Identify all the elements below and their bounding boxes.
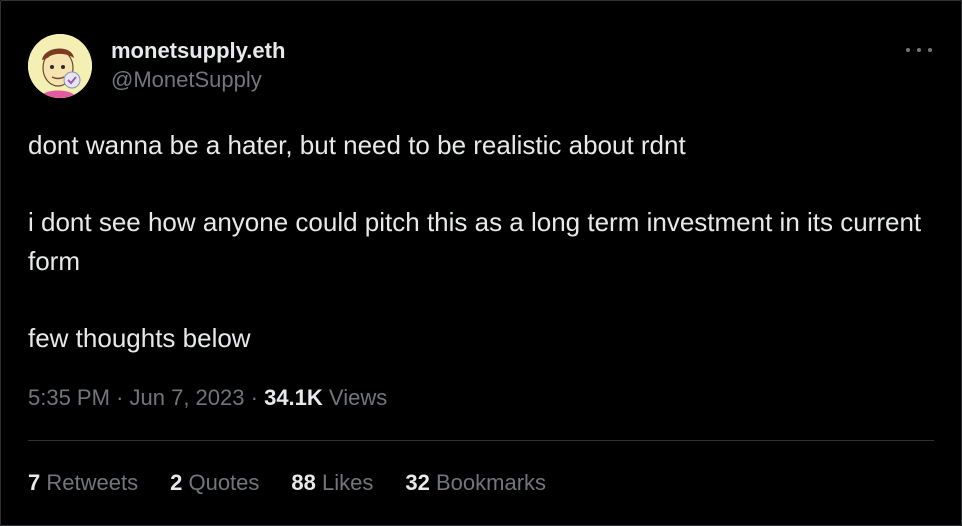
bookmarks-stat[interactable]: 32 Bookmarks [405,468,546,498]
tweet-date[interactable]: Jun 7, 2023 [130,385,245,410]
quotes-stat[interactable]: 2 Quotes [170,468,259,498]
avatar[interactable] [28,34,92,98]
tweet-meta: 5:35 PM · Jun 7, 2023 · 34.1K Views [28,383,387,413]
engagement-stats: 7 Retweets 2 Quotes 88 Likes 32 Bookmark… [28,468,578,498]
views-label: Views [328,385,388,410]
author-names: monetsupply.eth @MonetSupply [111,37,285,95]
separator: · [250,385,258,410]
dot [928,48,932,52]
likes-stat[interactable]: 88 Likes [291,468,373,498]
stat-label: Likes [322,470,374,495]
stat-count: 32 [405,470,430,495]
stat-label: Bookmarks [435,470,547,495]
stat-count: 7 [28,470,41,495]
stat-label: Quotes [188,470,260,495]
author-display-name[interactable]: monetsupply.eth [111,37,285,65]
tweet-line: few thoughts below [28,322,251,353]
stat-label: Retweets [46,470,139,495]
author-handle[interactable]: @MonetSupply [111,65,285,95]
stat-count: 2 [170,470,183,495]
dot [906,48,910,52]
retweets-stat[interactable]: 7 Retweets [28,468,138,498]
separator: · [116,385,124,410]
tweet-time[interactable]: 5:35 PM [28,385,110,410]
dot [917,48,921,52]
stat-count: 88 [291,470,316,495]
tweet-text: dont wanna be a hater, but need to be re… [28,126,928,357]
more-horizontal-icon[interactable] [906,40,932,60]
divider [28,440,934,441]
tweet-line: dont wanna be a hater, but need to be re… [28,130,686,160]
avatar-illustration [28,34,92,98]
views-count: 34.1K [264,385,323,410]
tweet-header: monetsupply.eth @MonetSupply [28,34,285,98]
tweet-line: i dont see how anyone could pitch this a… [28,207,922,276]
